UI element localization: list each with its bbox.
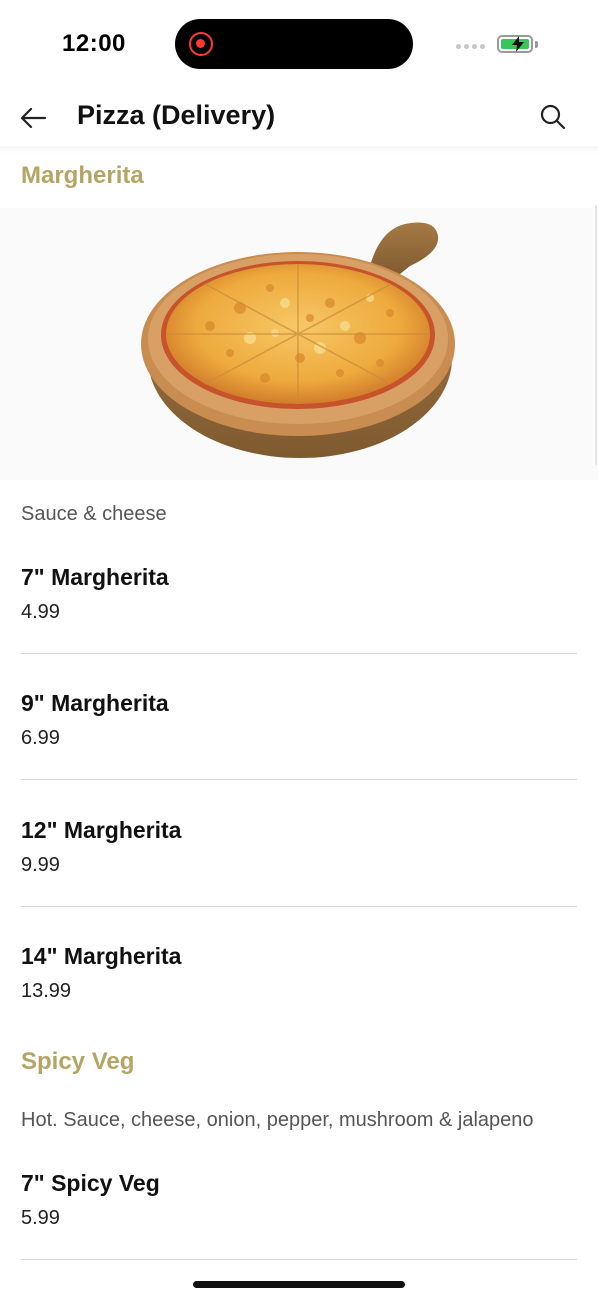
battery-charging-icon	[497, 35, 533, 53]
menu-item[interactable]: 12" Margherita 9.99	[21, 817, 577, 877]
menu-item-price: 6.99	[21, 727, 60, 749]
back-button[interactable]	[18, 102, 50, 134]
record-icon	[189, 32, 213, 56]
search-button[interactable]	[538, 102, 568, 132]
menu-item-price: 4.99	[21, 601, 60, 623]
section-title-margherita: Margherita	[21, 162, 144, 189]
scroll-indicator	[595, 205, 597, 465]
divider	[21, 906, 577, 907]
pizza-image	[0, 208, 598, 480]
search-icon	[540, 104, 566, 130]
menu-item[interactable]: 9" Margherita 6.99	[21, 690, 577, 750]
status-time: 12:00	[62, 30, 126, 57]
menu-item-name: 14" Margherita	[21, 943, 182, 969]
menu-item[interactable]: 14" Margherita 13.99	[21, 943, 577, 1003]
divider	[21, 779, 577, 780]
section-title-spicy-veg: Spicy Veg	[21, 1048, 135, 1075]
status-bar: 12:00	[0, 0, 598, 90]
menu-item-price: 9.99	[21, 854, 60, 876]
header-shadow	[0, 146, 598, 154]
menu-item-name: 7" Margherita	[21, 564, 169, 590]
section-description-spicy-veg: Hot. Sauce, cheese, onion, pepper, mushr…	[21, 1109, 534, 1131]
menu-item-price: 5.99	[21, 1207, 60, 1229]
battery-cap	[535, 41, 538, 48]
menu-item-name: 9" Margherita	[21, 690, 169, 716]
home-indicator[interactable]	[193, 1281, 405, 1288]
menu-item-price: 13.99	[21, 980, 72, 1002]
divider	[21, 1259, 577, 1260]
page-title: Pizza (Delivery)	[77, 100, 276, 130]
dynamic-island	[175, 19, 413, 69]
menu-item[interactable]: 7" Margherita 4.99	[21, 564, 577, 624]
divider	[21, 653, 577, 654]
arrow-left-icon	[20, 107, 47, 129]
menu-item-name: 7" Spicy Veg	[21, 1170, 160, 1196]
app-header: Pizza (Delivery)	[0, 90, 598, 146]
menu-item-name: 12" Margherita	[21, 817, 182, 843]
menu-item[interactable]: 7" Spicy Veg 5.99	[21, 1170, 577, 1230]
section-description-margherita: Sauce & cheese	[21, 503, 167, 525]
signal-dots-icon	[456, 44, 485, 49]
